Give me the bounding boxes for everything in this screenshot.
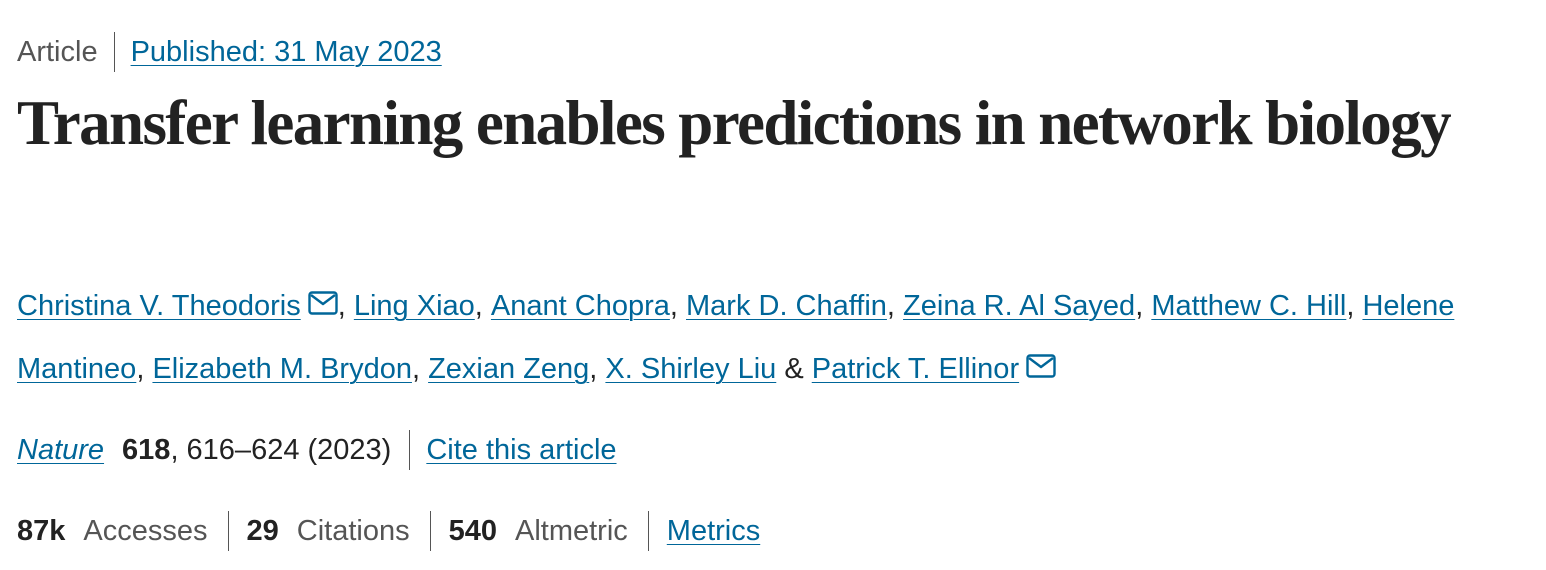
citation-row: Nature 618 , 616–624 (2023) Cite this ar… [17, 429, 617, 471]
author-item: Zeina R. Al Sayed, [903, 290, 1151, 322]
metrics-row: 87k Accesses 29 Citations 540 Altmetric … [17, 510, 760, 552]
divider [647, 511, 649, 551]
author-separator: , [1346, 290, 1363, 322]
citations-count: 29 [246, 514, 279, 547]
envelope-icon[interactable] [308, 291, 338, 315]
author-item: Matthew C. Hill, [1151, 290, 1362, 322]
author-separator: , [411, 353, 429, 385]
author-separator: , [1135, 290, 1152, 322]
author-separator: , [474, 290, 491, 322]
author-link[interactable]: Zeina R. Al Sayed [903, 290, 1135, 322]
author-separator: , [886, 290, 904, 322]
author-item: Christina V. Theodoris, [17, 290, 354, 322]
article-title: Transfer learning enables predictions in… [17, 88, 1452, 158]
article-info-row: Article Published: 31 May 2023 [17, 31, 442, 73]
accesses-label: Accesses [83, 514, 208, 547]
author-link[interactable]: Zexian Zeng [428, 353, 589, 385]
author-item: X. Shirley Liu & [605, 353, 811, 385]
author-item: Ling Xiao, [354, 290, 491, 322]
author-link[interactable]: Elizabeth M. Brydon [152, 353, 412, 385]
author-link[interactable]: X. Shirley Liu [605, 353, 776, 385]
author-item: Mark D. Chaffin, [686, 290, 903, 322]
accesses-count: 87k [17, 514, 66, 547]
divider [429, 511, 431, 551]
author-separator: , [136, 353, 153, 385]
author-separator: , [337, 290, 354, 322]
author-item: Patrick T. Ellinor [812, 353, 1056, 385]
metrics-link[interactable]: Metrics [667, 515, 760, 548]
author-separator: & [776, 353, 812, 385]
altmetric-score: 540 [448, 514, 497, 547]
author-item: Anant Chopra, [491, 290, 686, 322]
author-link[interactable]: Matthew C. Hill [1151, 290, 1346, 322]
author-separator: , [589, 353, 606, 385]
pages-year: , 616–624 (2023) [170, 433, 392, 466]
envelope-icon[interactable] [1026, 354, 1056, 378]
author-link[interactable]: Christina V. Theodoris [17, 290, 301, 322]
volume-number: 618 [122, 433, 171, 466]
author-link[interactable]: Patrick T. Ellinor [812, 353, 1019, 385]
cite-article-link[interactable]: Cite this article [426, 434, 616, 467]
divider [409, 430, 411, 470]
author-item: Elizabeth M. Brydon, [152, 353, 428, 385]
author-list: Christina V. Theodoris, Ling Xiao, Anant… [17, 275, 1527, 401]
published-date-link[interactable]: Published: 31 May 2023 [115, 36, 442, 69]
altmetric-label: Altmetric [514, 514, 628, 547]
journal-link[interactable]: Nature [17, 434, 104, 467]
author-link[interactable]: Anant Chopra [491, 290, 670, 322]
citations-label: Citations [296, 514, 410, 547]
author-link[interactable]: Mark D. Chaffin [686, 290, 887, 322]
author-separator: , [669, 290, 686, 322]
author-item: Zexian Zeng, [428, 353, 605, 385]
author-link[interactable]: Ling Xiao [354, 290, 475, 322]
divider [227, 511, 229, 551]
article-type: Article [17, 35, 98, 68]
